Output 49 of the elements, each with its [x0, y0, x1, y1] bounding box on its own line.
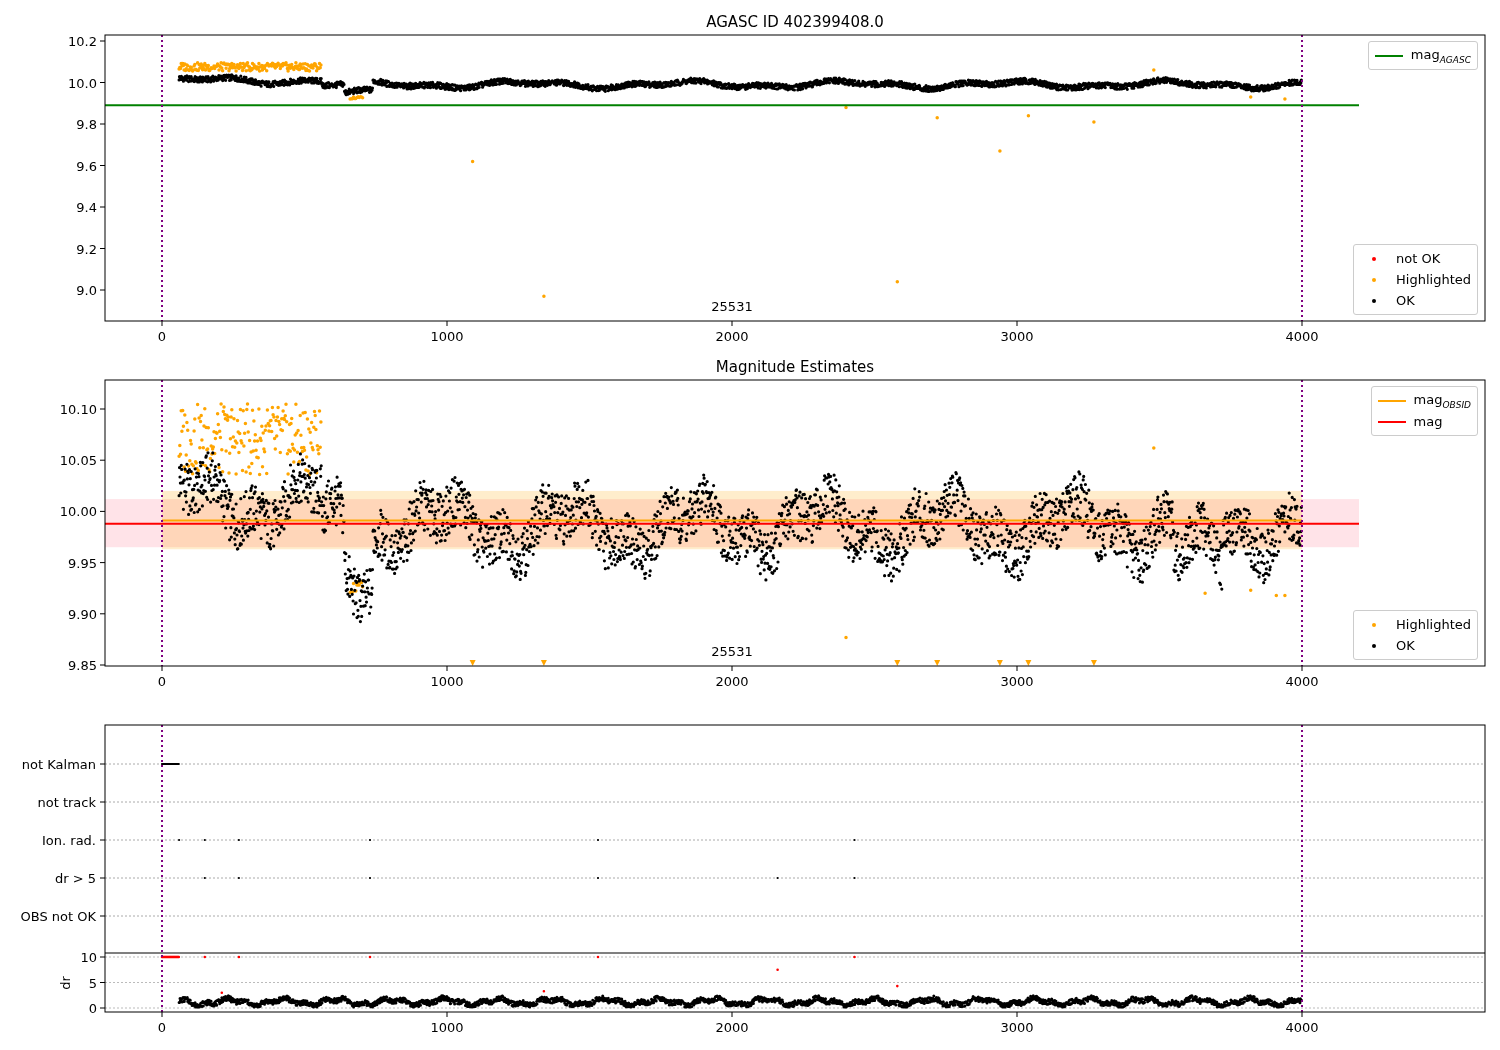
axis-tick-label: 10.00 [59, 504, 97, 520]
axis-tick-label: 2000 [715, 329, 749, 344]
axis-tick-label: 1000 [430, 329, 464, 344]
axis-tick-label: 0 [157, 1020, 167, 1035]
axis-tick-label: 10.10 [59, 402, 97, 417]
chart-title: AGASC ID 402399408.0 [706, 13, 884, 31]
axis-label: dr [58, 976, 73, 990]
legend-label: not OK [1396, 251, 1441, 266]
axis-tick-label: 0 [88, 1001, 97, 1016]
axis-tick-label: 9.6 [76, 158, 97, 174]
axis-tick-label: 4000 [1285, 329, 1319, 344]
category-label: dr > 5 [54, 871, 96, 886]
legend-label: OK [1396, 293, 1415, 308]
axis-tick-label: 9.90 [68, 606, 97, 622]
axis-tick-label: 10.2 [68, 34, 97, 49]
legend-label: mag$_{OBSID}$ [1413, 391, 1471, 410]
axis-tick-label: 5 [88, 975, 97, 991]
axis-tick-label: 2000 [715, 1020, 749, 1035]
axis-tick-label: 0 [157, 674, 167, 689]
legend-label: mag$_{AGASC}$ [1410, 46, 1471, 65]
category-label: OBS not OK [20, 909, 96, 924]
axis-tick-label: 9.8 [76, 117, 97, 132]
axis-tick-label: 3000 [1000, 329, 1034, 344]
axis-tick-label: 3000 [1000, 674, 1034, 689]
axis-tick-label: 9.0 [76, 283, 97, 298]
legend-label: Highlighted [1396, 617, 1471, 632]
axis-tick-label: 0 [157, 329, 167, 344]
axis-tick-label: 9.85 [68, 658, 97, 673]
axis-tick-label: 1000 [430, 674, 464, 689]
axis-tick-label: 9.4 [76, 200, 97, 215]
observation-label: 25531 [711, 299, 753, 314]
axis-tick-label: 10.05 [59, 453, 97, 469]
axis-tick-label: 3000 [1000, 1020, 1034, 1035]
legend-label: mag [1413, 414, 1443, 429]
category-label: not track [37, 795, 96, 810]
axis-tick-label: 9.2 [76, 241, 97, 257]
category-label: not Kalman [21, 757, 96, 772]
axis-tick-label: 10 [80, 950, 97, 965]
axis-tick-label: 4000 [1285, 1020, 1319, 1035]
chart-title: Magnitude Estimates [715, 358, 875, 376]
axis-tick-label: 1000 [430, 1020, 464, 1035]
legend-label: OK [1396, 638, 1415, 653]
axis-tick-label: 2000 [715, 674, 749, 689]
legend-label: Highlighted [1396, 272, 1471, 287]
category-label: Ion. rad. [42, 833, 96, 848]
axis-tick-label: 4000 [1285, 674, 1319, 689]
axis-tick-label: 10.0 [68, 75, 97, 91]
axis-tick-label: 9.95 [68, 555, 97, 571]
observation-label: 25531 [711, 644, 753, 659]
